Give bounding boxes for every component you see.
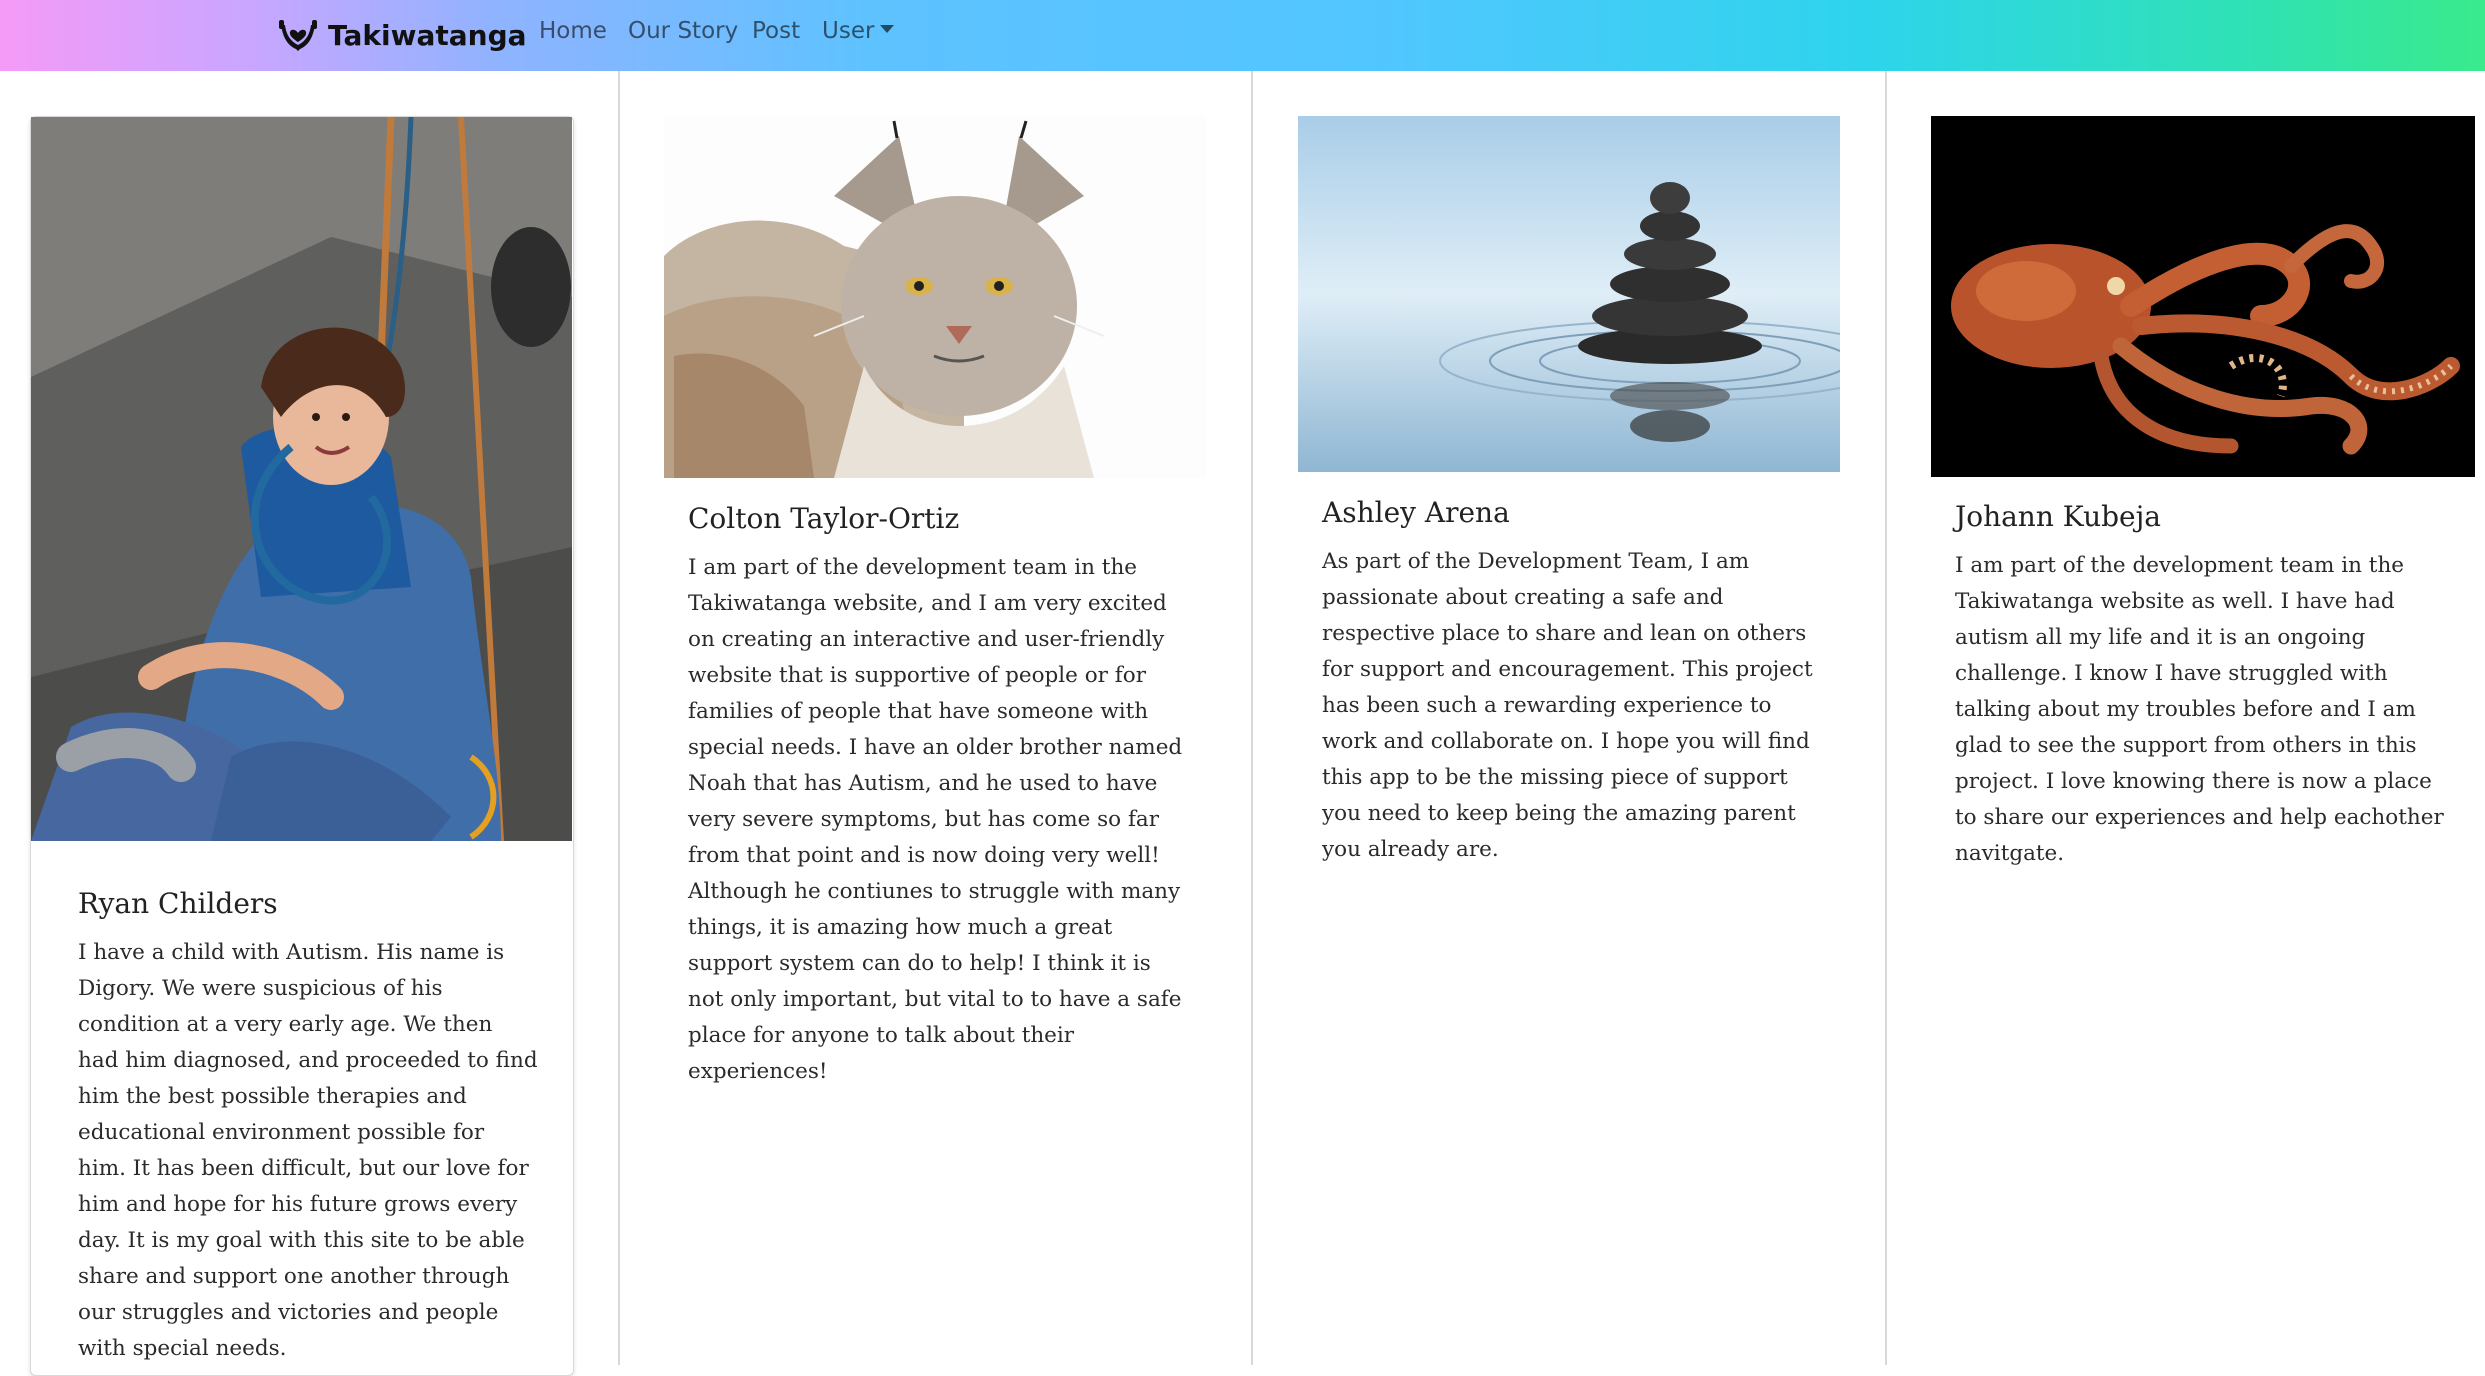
brand-name: Takiwatanga (328, 18, 527, 52)
caret-down-icon (880, 24, 895, 33)
member-bio: I am part of the development team in the… (688, 555, 1183, 1084)
hands-heart-logo-icon (279, 20, 317, 51)
column-divider (618, 71, 620, 1365)
member-name: Ryan Childers (78, 887, 278, 920)
column-divider (1885, 71, 1887, 1365)
member-name: Colton Taylor-Ortiz (688, 502, 960, 535)
member-name: Johann Kubeja (1955, 500, 2161, 533)
member-bio: I am part of the development team in the… (1955, 553, 2444, 866)
stacked-stones-photo (1298, 116, 1840, 472)
team-card-johann-kubeja: Johann Kubeja I am part of the developme… (1931, 116, 2475, 1336)
nav-post-link[interactable]: Post (752, 14, 800, 48)
nav-user-label: User (822, 18, 875, 44)
nav-home-link[interactable]: Home (539, 14, 607, 48)
brand-link[interactable]: Takiwatanga (278, 10, 527, 60)
member-bio: As part of the Development Team, I am pa… (1322, 549, 1813, 862)
octopus-photo (1931, 116, 2475, 477)
team-card-ashley-arena: Ashley Arena As part of the Development … (1298, 116, 1842, 1336)
lynx-photo (664, 116, 1206, 478)
nav-user-dropdown[interactable]: User (822, 14, 895, 48)
team-card-ryan-childers: Ryan Childers I have a child with Autism… (30, 116, 574, 1376)
column-divider (1251, 71, 1253, 1365)
member-bio: I have a child with Autism. His name is … (78, 940, 538, 1361)
member-name: Ashley Arena (1322, 496, 1510, 529)
navbar: Takiwatanga Home Our Story Post User (0, 0, 2485, 71)
boy-climbing-photo (31, 117, 572, 841)
team-card-colton-taylor-ortiz: Colton Taylor-Ortiz I am part of the dev… (664, 116, 1208, 1336)
nav-our-story-link[interactable]: Our Story (628, 14, 738, 48)
